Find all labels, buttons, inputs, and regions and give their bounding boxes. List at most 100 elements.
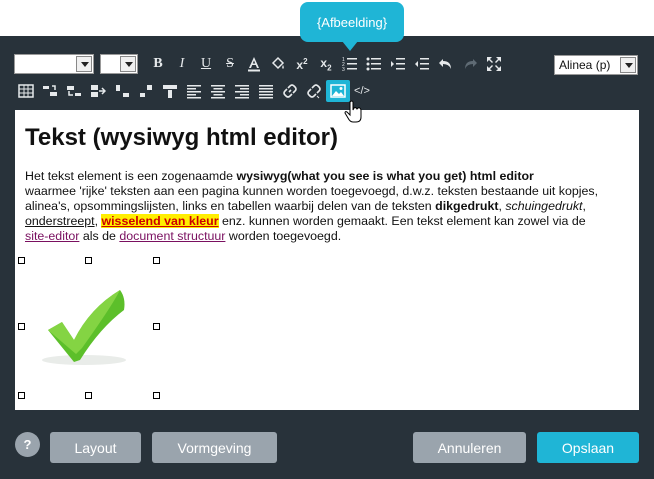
font-family-select[interactable] <box>14 54 94 74</box>
site-editor-link[interactable]: site-editor <box>25 229 79 243</box>
fullscreen-icon <box>487 57 501 71</box>
outdent-button[interactable] <box>410 53 434 75</box>
italic-text: schuingedrukt <box>505 199 583 213</box>
delete-col-button[interactable] <box>158 80 182 102</box>
row-below-icon <box>67 86 81 96</box>
chevron-down-icon <box>620 57 636 73</box>
delete-col-icon <box>163 85 177 98</box>
block-style-value: Alinea (p) <box>559 58 611 72</box>
hand-cursor-icon <box>344 100 362 123</box>
vormgeving-label: Vormgeving <box>177 439 252 456</box>
undo-button[interactable] <box>434 53 458 75</box>
indent-button[interactable] <box>386 53 410 75</box>
align-center-icon <box>211 85 225 99</box>
source-code-button[interactable]: </> <box>350 80 374 102</box>
vormgeving-button[interactable]: Vormgeving <box>152 432 277 463</box>
toolbar-row-2: </> <box>14 79 374 103</box>
fullscreen-button[interactable] <box>482 53 506 75</box>
resize-handle[interactable] <box>18 257 25 264</box>
help-icon: ? <box>23 437 32 452</box>
justify-button[interactable] <box>254 80 278 102</box>
toolbar-row-1: B I U S x2 x2 123 <box>14 52 506 76</box>
underline-button[interactable]: U <box>194 53 218 75</box>
font-color-button[interactable] <box>242 53 266 75</box>
align-left-button[interactable] <box>182 80 206 102</box>
superscript-button[interactable]: x2 <box>290 53 314 75</box>
align-left-icon <box>187 85 201 99</box>
resize-handle[interactable] <box>18 323 25 330</box>
insert-col-left-button[interactable] <box>86 80 110 102</box>
cancel-label: Annuleren <box>437 439 502 456</box>
strikethrough-button[interactable]: S <box>218 53 242 75</box>
resize-handle[interactable] <box>153 392 160 399</box>
outdent-icon <box>415 58 429 70</box>
highlight-button[interactable] <box>266 53 290 75</box>
layout-label: Layout <box>74 439 117 456</box>
unlink-button[interactable] <box>302 80 326 102</box>
bullet-list-icon <box>366 57 381 71</box>
document-structure-link[interactable]: document structuur <box>119 229 225 243</box>
font-size-select[interactable] <box>100 54 138 74</box>
subscript-icon: x2 <box>320 55 332 73</box>
link-icon <box>283 84 297 98</box>
highlighted-text: wisselend van kleur <box>101 214 219 228</box>
table-button[interactable] <box>14 80 38 102</box>
resize-handle[interactable] <box>153 257 160 264</box>
paint-bucket-icon <box>271 56 285 70</box>
redo-button[interactable] <box>458 53 482 75</box>
italic-button[interactable]: I <box>170 53 194 75</box>
delete-row-button[interactable] <box>134 80 158 102</box>
link-button[interactable] <box>278 80 302 102</box>
bold-text: wysiwyg(what you see is what you get) ht… <box>236 169 534 183</box>
image-tooltip: {Afbeelding} <box>300 2 404 51</box>
strikethrough-icon: S <box>226 56 234 71</box>
text-segment: als de <box>79 229 120 243</box>
indent-icon <box>391 58 405 70</box>
insert-col-right-button[interactable] <box>110 80 134 102</box>
text-segment: Het tekst element is een zogenaamde <box>25 169 237 183</box>
chevron-down-icon <box>76 56 92 72</box>
delete-row-icon <box>140 85 152 97</box>
col-left-icon <box>91 85 106 97</box>
undo-icon <box>439 59 451 69</box>
italic-icon: I <box>179 56 185 71</box>
underline-icon: U <box>200 56 212 71</box>
resize-handle[interactable] <box>85 257 92 264</box>
align-right-icon <box>235 85 249 99</box>
numbered-list-button[interactable]: 123 <box>338 53 362 75</box>
align-center-button[interactable] <box>206 80 230 102</box>
save-label: Opslaan <box>561 439 615 456</box>
align-right-button[interactable] <box>230 80 254 102</box>
save-button[interactable]: Opslaan <box>537 432 639 463</box>
help-button[interactable]: ? <box>15 432 40 457</box>
bold-icon: B <box>153 56 163 71</box>
text-segment: enz. kunnen worden gemaakt. Een tekst el… <box>218 214 586 228</box>
insert-row-below-button[interactable] <box>62 80 86 102</box>
bold-button[interactable]: B <box>146 53 170 75</box>
resize-handle[interactable] <box>18 392 25 399</box>
cancel-button[interactable]: Annuleren <box>413 432 526 463</box>
layout-button[interactable]: Layout <box>50 432 141 463</box>
block-style-select[interactable]: Alinea (p) <box>554 55 638 75</box>
row-above-icon <box>43 85 57 96</box>
editor-paragraph: Het tekst element is een zogenaamde wysi… <box>25 169 629 244</box>
checkmark-image[interactable] <box>38 288 130 368</box>
text-segment: , <box>582 199 586 213</box>
subscript-button[interactable]: x2 <box>314 53 338 75</box>
resize-handle[interactable] <box>85 392 92 399</box>
superscript-icon: x2 <box>296 56 308 72</box>
justify-icon <box>259 85 273 99</box>
table-icon <box>18 84 34 98</box>
chevron-down-icon <box>120 56 136 72</box>
numbered-list-icon: 123 <box>342 57 357 72</box>
bullet-list-button[interactable] <box>362 53 386 75</box>
unlink-icon <box>307 84 321 99</box>
bold-text: dikgedrukt <box>435 199 499 213</box>
insert-row-above-button[interactable] <box>38 80 62 102</box>
resize-handle[interactable] <box>153 323 160 330</box>
redo-icon <box>465 59 477 69</box>
image-button[interactable] <box>326 80 350 102</box>
col-right-icon <box>116 85 129 97</box>
svg-text:3: 3 <box>342 67 345 72</box>
font-color-icon <box>248 57 260 72</box>
